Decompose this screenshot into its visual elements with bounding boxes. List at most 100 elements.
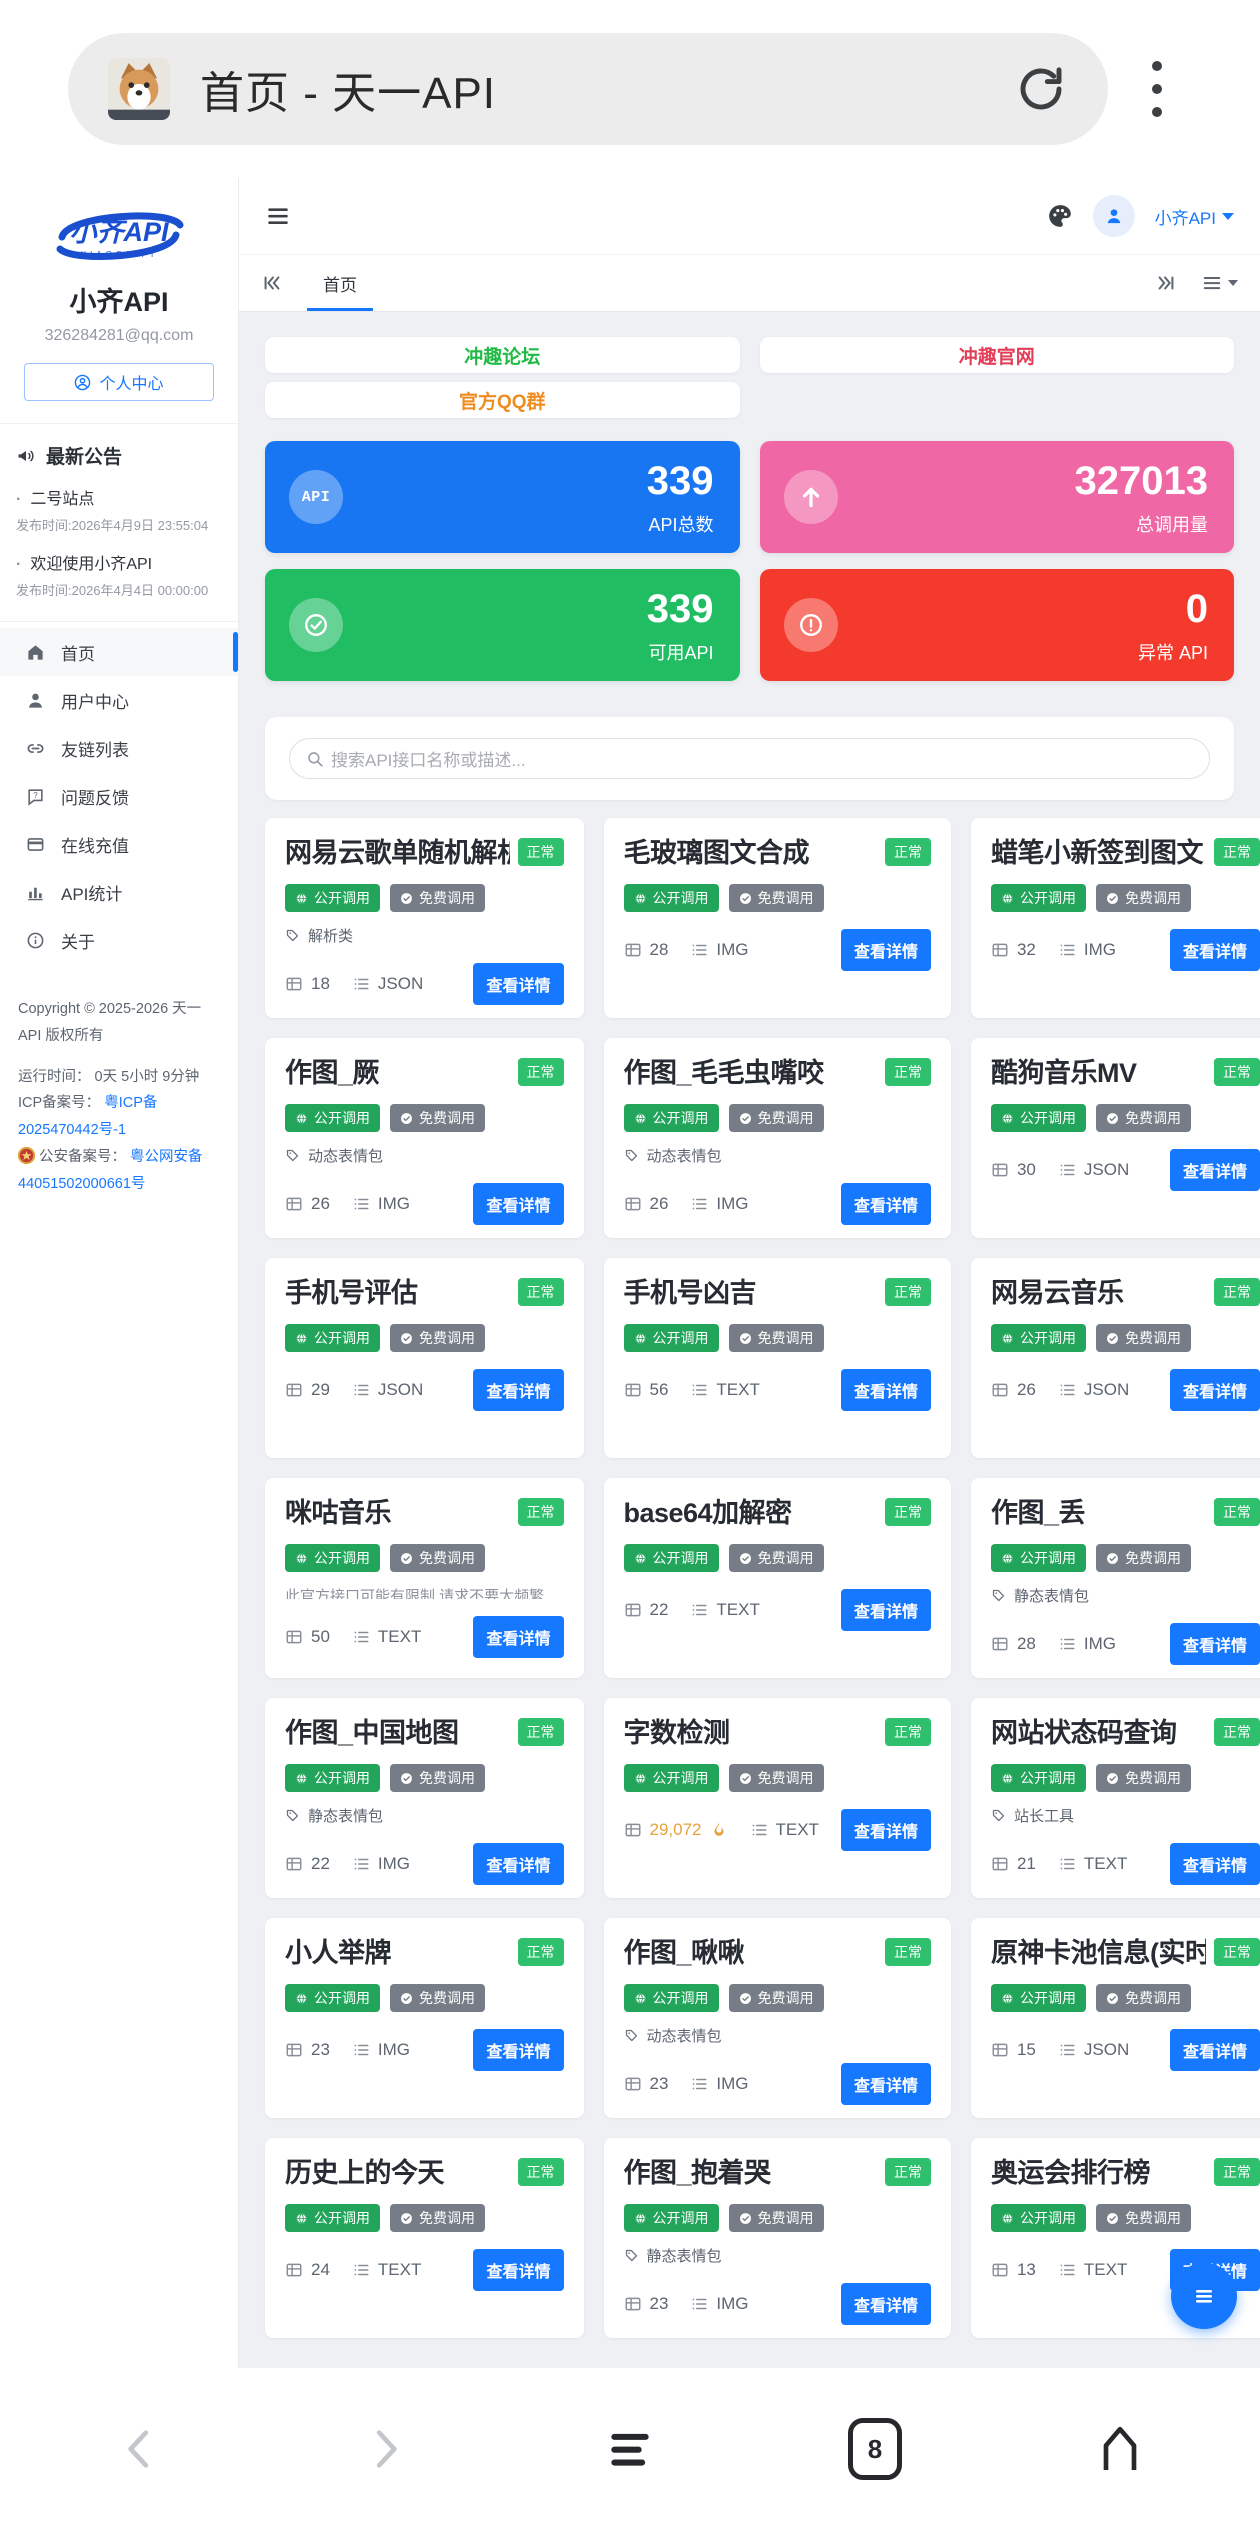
view-details-button[interactable]: 查看详情 <box>841 1589 931 1631</box>
browser-main-menu-button[interactable] <box>598 2417 662 2481</box>
arrow-up-icon <box>784 470 838 524</box>
check-circle-icon <box>1106 1332 1119 1345</box>
stat-error-api: 0 异常 API <box>760 569 1235 681</box>
api-card: 作图_抱着哭 正常 公开调用 免费调用 <box>604 2138 951 2338</box>
refresh-icon[interactable] <box>1014 62 1068 116</box>
user-avatar[interactable] <box>1093 195 1135 237</box>
tab-list-menu[interactable] <box>1201 272 1238 294</box>
tab-switcher-button[interactable]: 8 <box>843 2417 907 2481</box>
check-circle-icon <box>739 892 752 905</box>
theme-palette-icon[interactable] <box>1047 203 1073 229</box>
public-call-tag: 公开调用 <box>285 1984 380 2012</box>
view-details-button[interactable]: 查看详情 <box>841 1369 931 1411</box>
check-circle-icon <box>1106 892 1119 905</box>
browser-menu-icon[interactable] <box>1142 51 1172 127</box>
api-card: 网易云音乐 正常 公开调用 免费调用 <box>971 1258 1260 1458</box>
sidebar-item-links[interactable]: 友链列表 <box>0 724 238 772</box>
public-call-tag: 公开调用 <box>991 884 1086 912</box>
view-details-button[interactable]: 查看详情 <box>473 1183 563 1225</box>
sidebar-item-home[interactable]: 首页 <box>0 628 238 676</box>
public-call-tag: 公开调用 <box>991 1764 1086 1792</box>
view-details-button[interactable]: 查看详情 <box>1170 929 1260 971</box>
api-card: 毛玻璃图文合成 正常 公开调用 免费调用 <box>604 818 951 1018</box>
address-bar[interactable]: 首页 - 天一API <box>68 33 1108 145</box>
back-button[interactable] <box>108 2417 172 2481</box>
counter-icon <box>285 1195 303 1213</box>
view-details-button[interactable]: 查看详情 <box>473 2029 563 2071</box>
view-details-button[interactable]: 查看详情 <box>1170 1149 1260 1191</box>
announcements-header: 最新公告 <box>16 442 222 469</box>
floating-menu-button[interactable] <box>1171 2263 1237 2329</box>
tab-home[interactable]: 首页 <box>307 255 373 311</box>
site-name: 小齐API <box>0 280 238 319</box>
check-circle-icon <box>739 1112 752 1125</box>
free-call-tag: 免费调用 <box>390 884 485 912</box>
list-icon <box>1058 1635 1076 1653</box>
view-details-button[interactable]: 查看详情 <box>473 1616 563 1658</box>
sidebar-item-user-center[interactable]: 用户中心 <box>0 676 238 724</box>
free-call-tag: 免费调用 <box>390 1104 485 1132</box>
free-call-tag: 免费调用 <box>390 1764 485 1792</box>
api-card: 原神卡池信息(实时) 正常 公开调用 免费调用 <box>971 1918 1260 2118</box>
public-call-tag: 公开调用 <box>991 1984 1086 2012</box>
sidebar-item-recharge[interactable]: 在线充值 <box>0 820 238 868</box>
globe-icon <box>295 1332 308 1345</box>
counter-icon <box>624 2295 642 2313</box>
public-call-tag: 公开调用 <box>285 2204 380 2232</box>
notice-forum-button[interactable]: 冲趣论坛 <box>265 337 740 373</box>
api-card: 手机号凶吉 正常 公开调用 免费调用 <box>604 1258 951 1458</box>
api-card-title: 小人举牌 <box>285 1938 510 1969</box>
api-category: 解析类 <box>308 925 353 946</box>
profile-center-button[interactable]: 个人中心 <box>24 363 214 401</box>
view-details-button[interactable]: 查看详情 <box>473 1369 563 1411</box>
notice-official-site-button[interactable]: 冲趣官网 <box>760 337 1235 373</box>
megaphone-icon <box>16 446 36 466</box>
globe-icon <box>295 1992 308 2005</box>
announcement-item[interactable]: ·二号站点 发布时间:2026年4月9日 23:55:04 <box>16 485 222 534</box>
return-type-value: IMG <box>716 940 748 960</box>
status-badge: 正常 <box>1214 1058 1260 1086</box>
return-type-value: JSON <box>1084 2040 1129 2060</box>
counter-icon <box>991 1855 1009 1873</box>
globe-icon <box>1001 1112 1014 1125</box>
call-count: 13 <box>991 2260 1036 2280</box>
tag-icon <box>285 1148 300 1163</box>
return-type: TEXT <box>1058 1854 1127 1874</box>
return-type: JSON <box>1058 1380 1129 1400</box>
sidebar-toggle-icon[interactable] <box>265 203 291 229</box>
view-details-button[interactable]: 查看详情 <box>1170 1843 1260 1885</box>
free-call-tag: 免费调用 <box>390 1544 485 1572</box>
scroll-tabs-left-icon[interactable] <box>261 272 283 294</box>
call-count-value: 26 <box>1017 1380 1036 1400</box>
counter-icon <box>624 1195 642 1213</box>
view-details-button[interactable]: 查看详情 <box>1170 2029 1260 2071</box>
home-button[interactable] <box>1088 2417 1152 2481</box>
notice-qq-group-button[interactable]: 官方QQ群 <box>265 382 740 418</box>
view-details-button[interactable]: 查看详情 <box>841 929 931 971</box>
view-details-button[interactable]: 查看详情 <box>841 1809 931 1851</box>
view-details-button[interactable]: 查看详情 <box>473 963 563 1005</box>
view-details-button[interactable]: 查看详情 <box>841 2063 931 2105</box>
free-call-tag: 免费调用 <box>729 1984 824 2012</box>
user-menu[interactable]: 小齐API <box>1155 204 1234 229</box>
api-category-row: 站长工具 <box>991 1805 1260 1826</box>
view-details-button[interactable]: 查看详情 <box>841 1183 931 1225</box>
sidebar-item-api-stats[interactable]: API统计 <box>0 868 238 916</box>
sidebar-item-about[interactable]: 关于 <box>0 916 238 964</box>
announcement-item[interactable]: ·欢迎使用小齐API 发布时间:2026年4月4日 00:00:00 <box>16 550 222 599</box>
view-details-button[interactable]: 查看详情 <box>841 2283 931 2325</box>
view-details-button[interactable]: 查看详情 <box>1170 1623 1260 1665</box>
scroll-tabs-right-icon[interactable] <box>1155 272 1177 294</box>
view-details-button[interactable]: 查看详情 <box>473 2249 563 2291</box>
view-details-button[interactable]: 查看详情 <box>473 1843 563 1885</box>
call-count: 23 <box>624 2074 669 2094</box>
view-details-button[interactable]: 查看详情 <box>1170 1369 1260 1411</box>
search-input[interactable]: 搜索API接口名称或描述... <box>289 738 1210 779</box>
sidebar-item-feedback[interactable]: ? 问题反馈 <box>0 772 238 820</box>
forward-button[interactable] <box>353 2417 417 2481</box>
return-type-value: TEXT <box>378 1627 421 1647</box>
call-count-value: 18 <box>311 974 330 994</box>
stat-cards: API 339 API总数 327013 总调用量 339 可用API 0 <box>265 441 1234 681</box>
list-icon <box>750 1821 768 1839</box>
free-call-tag: 免费调用 <box>390 1324 485 1352</box>
